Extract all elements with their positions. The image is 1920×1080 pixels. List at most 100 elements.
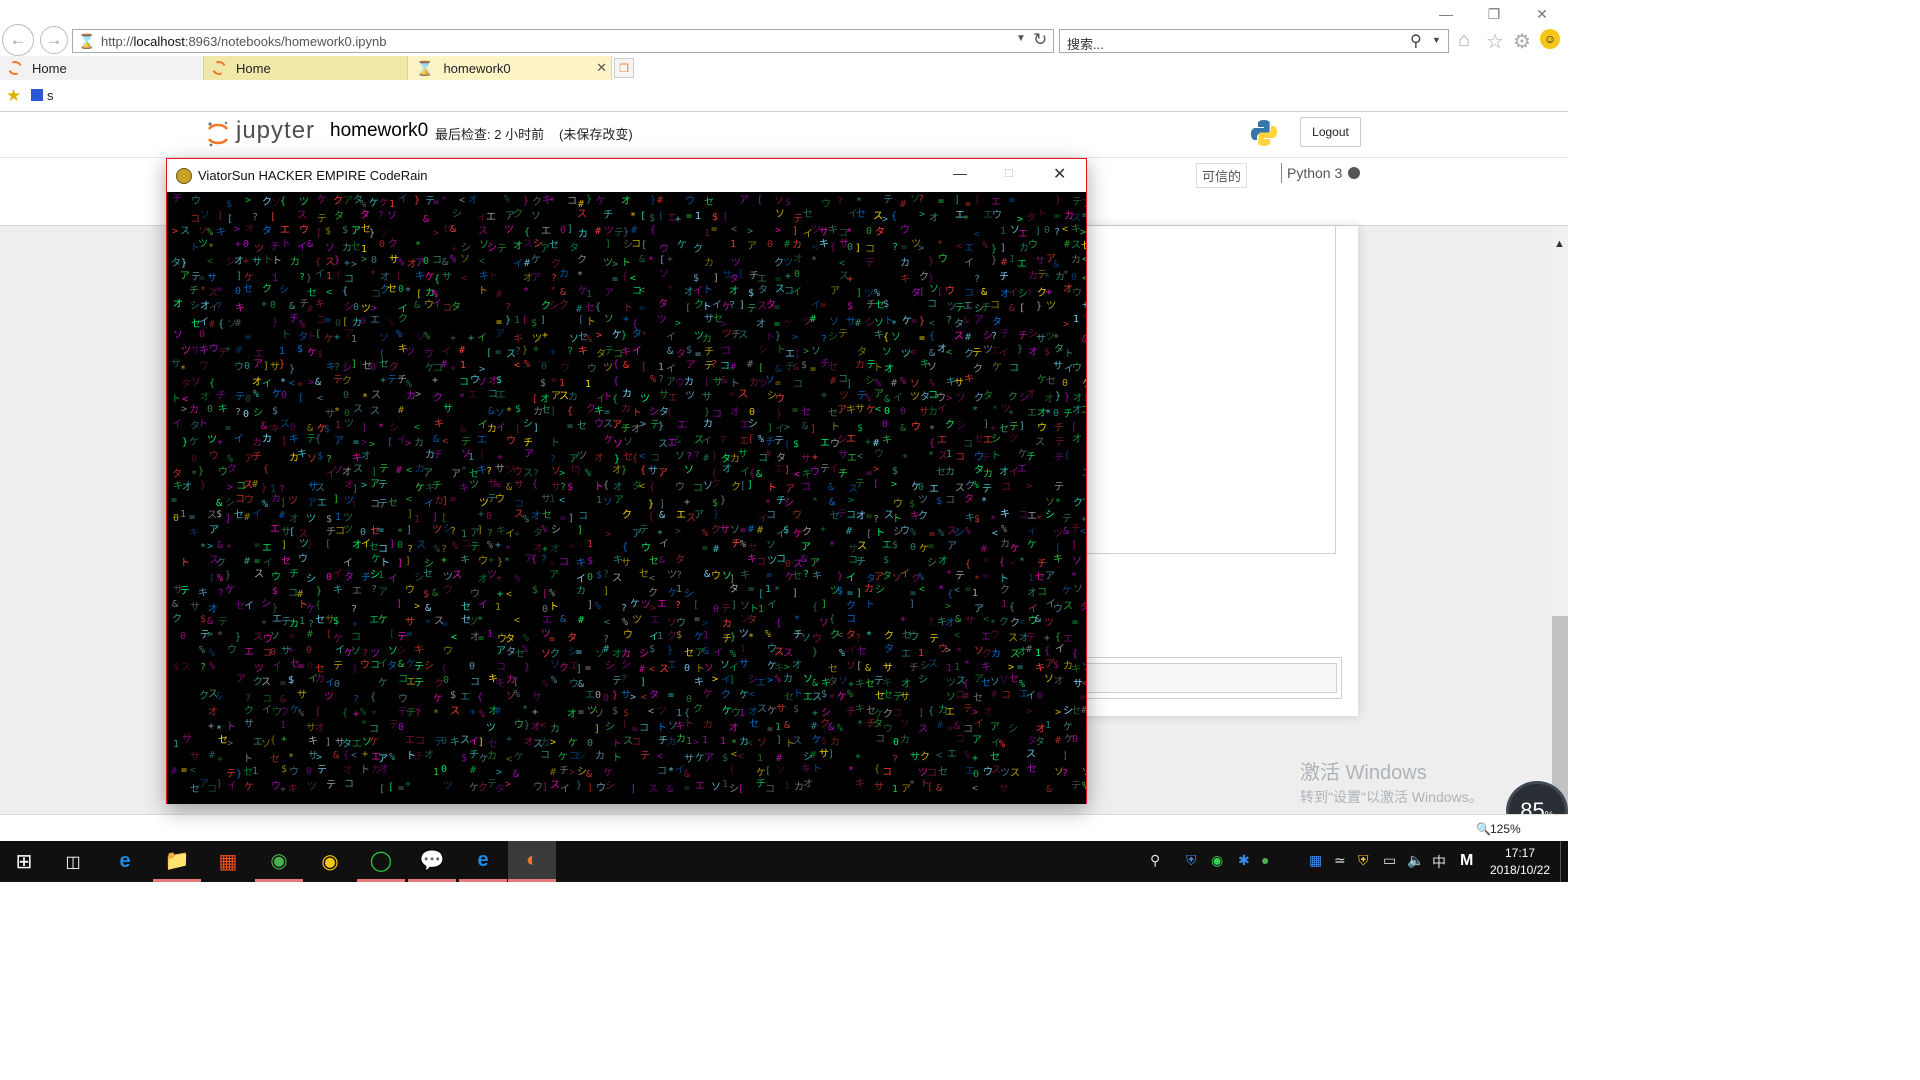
task-view-button[interactable]: ◫ [49,841,97,882]
search-box[interactable]: 搜索... ⚲ ▼ [1059,29,1449,53]
notebook-title[interactable]: homework0 [330,120,428,142]
rain-glyph: ウ [443,645,453,657]
window-maximize-button[interactable]: □ [1005,165,1013,180]
logout-button[interactable]: Logout [1300,117,1361,147]
people-icon[interactable]: ⚲ [1150,852,1160,869]
output-cell[interactable] [1070,226,1336,554]
settings-gear-icon[interactable]: ⚙ [1513,29,1531,54]
tab-home-1[interactable]: Home [0,56,204,80]
taskbar-edge[interactable]: e [101,841,149,882]
rain-glyph: ス [450,706,460,717]
clock[interactable]: 17:17 2018/10/22 [1488,845,1552,879]
rain-glyph: コ [865,244,875,255]
coderain-window[interactable]: ViatorSun HACKER EMPIRE CodeRain — □ ✕ チ… [166,158,1087,804]
rain-glyph: { [830,242,836,253]
rain-glyph: & [829,497,835,508]
close-button[interactable]: ✕ [1527,4,1557,24]
minimize-button[interactable]: — [1431,4,1461,24]
rain-glyph: キ [333,585,343,596]
ime-mode-icon[interactable]: M [1460,852,1473,870]
tab-home-2[interactable]: Home [204,56,408,80]
battery-icon[interactable]: ▭ [1383,852,1396,869]
tab-close-icon[interactable]: ✕ [596,60,607,76]
favorites-star-icon[interactable]: ☆ [1486,29,1504,54]
favorites-bar-star-icon[interactable]: ★ [6,86,21,106]
rain-glyph: { [928,706,934,717]
smiley-feedback-icon[interactable]: ☺ [1540,29,1560,49]
code-input[interactable] [1077,663,1337,693]
wechat-tray-icon[interactable]: ◉ [1211,852,1223,869]
refresh-icon[interactable]: ↻ [1033,30,1047,50]
rain-glyph: セ [704,196,714,208]
taskbar-store[interactable]: ▦ [204,841,252,882]
rain-glyph: キ [578,346,588,357]
rain-glyph: + [812,452,818,463]
rain-glyph: ウ [478,555,488,567]
rain-glyph: < [639,451,645,462]
rain-glyph: ソ [775,209,785,220]
tray-360-icon[interactable]: ● [1261,852,1269,868]
defender-shield-icon[interactable]: ⛨ [1186,852,1197,869]
taskbar-coderain[interactable]: ◐ [508,841,556,882]
favorite-link-s[interactable]: s [47,88,54,103]
window-minimize-button[interactable]: — [953,165,967,181]
search-icon[interactable]: ⚲ [1410,31,1422,51]
home-icon[interactable]: ⌂ [1458,29,1470,52]
start-button[interactable]: ⊞ [0,841,48,882]
kernel-name[interactable]: Python 3 [1287,165,1342,181]
rain-glyph: { [315,434,321,445]
trusted-indicator[interactable]: 可信的 [1196,163,1248,188]
bluetooth-icon[interactable]: ✱ [1238,852,1250,869]
page-scrollbar[interactable]: ▲ [1552,226,1568,814]
volume-icon[interactable]: 🔈 [1407,852,1424,869]
ime-indicator[interactable]: 中 [1432,852,1446,872]
tab-homework0[interactable]: ⌛ homework0 ✕ [408,56,612,80]
rain-glyph: % [389,752,395,763]
rain-glyph: ツ [299,197,309,208]
rain-glyph: $ [216,509,222,520]
rain-glyph: + [344,258,350,269]
scroll-thumb[interactable] [1552,616,1568,808]
rain-glyph: { [531,554,537,565]
rain-glyph: オ [730,406,740,418]
taskbar-360-security[interactable]: ◉ [306,841,354,882]
scroll-up-icon[interactable]: ▲ [1554,238,1565,250]
dropdown-arrow-icon[interactable]: ▼ [1016,33,1026,44]
zoom-level[interactable]: 125% [1490,822,1521,836]
rain-glyph: イ [937,404,947,415]
jupyter-logo-icon[interactable] [207,120,229,148]
zoom-icon[interactable]: 🔍 [1476,822,1491,836]
rain-glyph: コ [1009,363,1019,374]
rain-glyph: ア [524,449,534,460]
coderain-titlebar[interactable]: ViatorSun HACKER EMPIRE CodeRain — □ ✕ [167,159,1086,192]
security-tray-icon[interactable]: ⛨ [1358,852,1369,869]
wifi-icon[interactable]: ≃ [1334,852,1346,869]
rain-glyph: ] [477,525,483,536]
tray-app-icon[interactable]: ▦ [1309,852,1322,869]
jupyter-logo-text[interactable]: jupyter [236,117,315,145]
taskbar-file-explorer[interactable]: 📁 [153,841,201,882]
rain-glyph: & [884,394,890,405]
rain-glyph: ト [612,739,622,750]
search-dropdown-icon[interactable]: ▼ [1432,35,1441,45]
rain-glyph: エ [901,649,911,660]
code-cell[interactable] [1070,657,1342,699]
taskbar-internet-explorer[interactable]: e [459,841,507,882]
restore-button[interactable]: ❐ [1479,4,1509,24]
rain-glyph: 1 [559,378,565,389]
address-bar[interactable]: ⌛ http://localhost:8963/notebooks/homewo… [72,29,1054,53]
taskbar-wechat[interactable]: 💬 [408,841,456,882]
rain-glyph: チ [603,209,613,221]
taskbar-360-browser[interactable]: ◉ [255,841,303,882]
show-desktop-button[interactable] [1560,841,1568,882]
window-close-button[interactable]: ✕ [1053,164,1066,184]
rain-glyph: ア [253,359,263,370]
rain-glyph: ク [559,662,569,674]
taskbar-green-app[interactable]: ◯ [357,841,405,882]
back-button[interactable]: ← [2,24,34,56]
rain-glyph: 0 [334,679,340,690]
forward-button[interactable]: → [40,26,68,54]
new-tab-button[interactable]: ❐ [614,58,634,78]
rain-glyph: % [740,539,746,550]
rain-glyph: * [361,719,367,730]
